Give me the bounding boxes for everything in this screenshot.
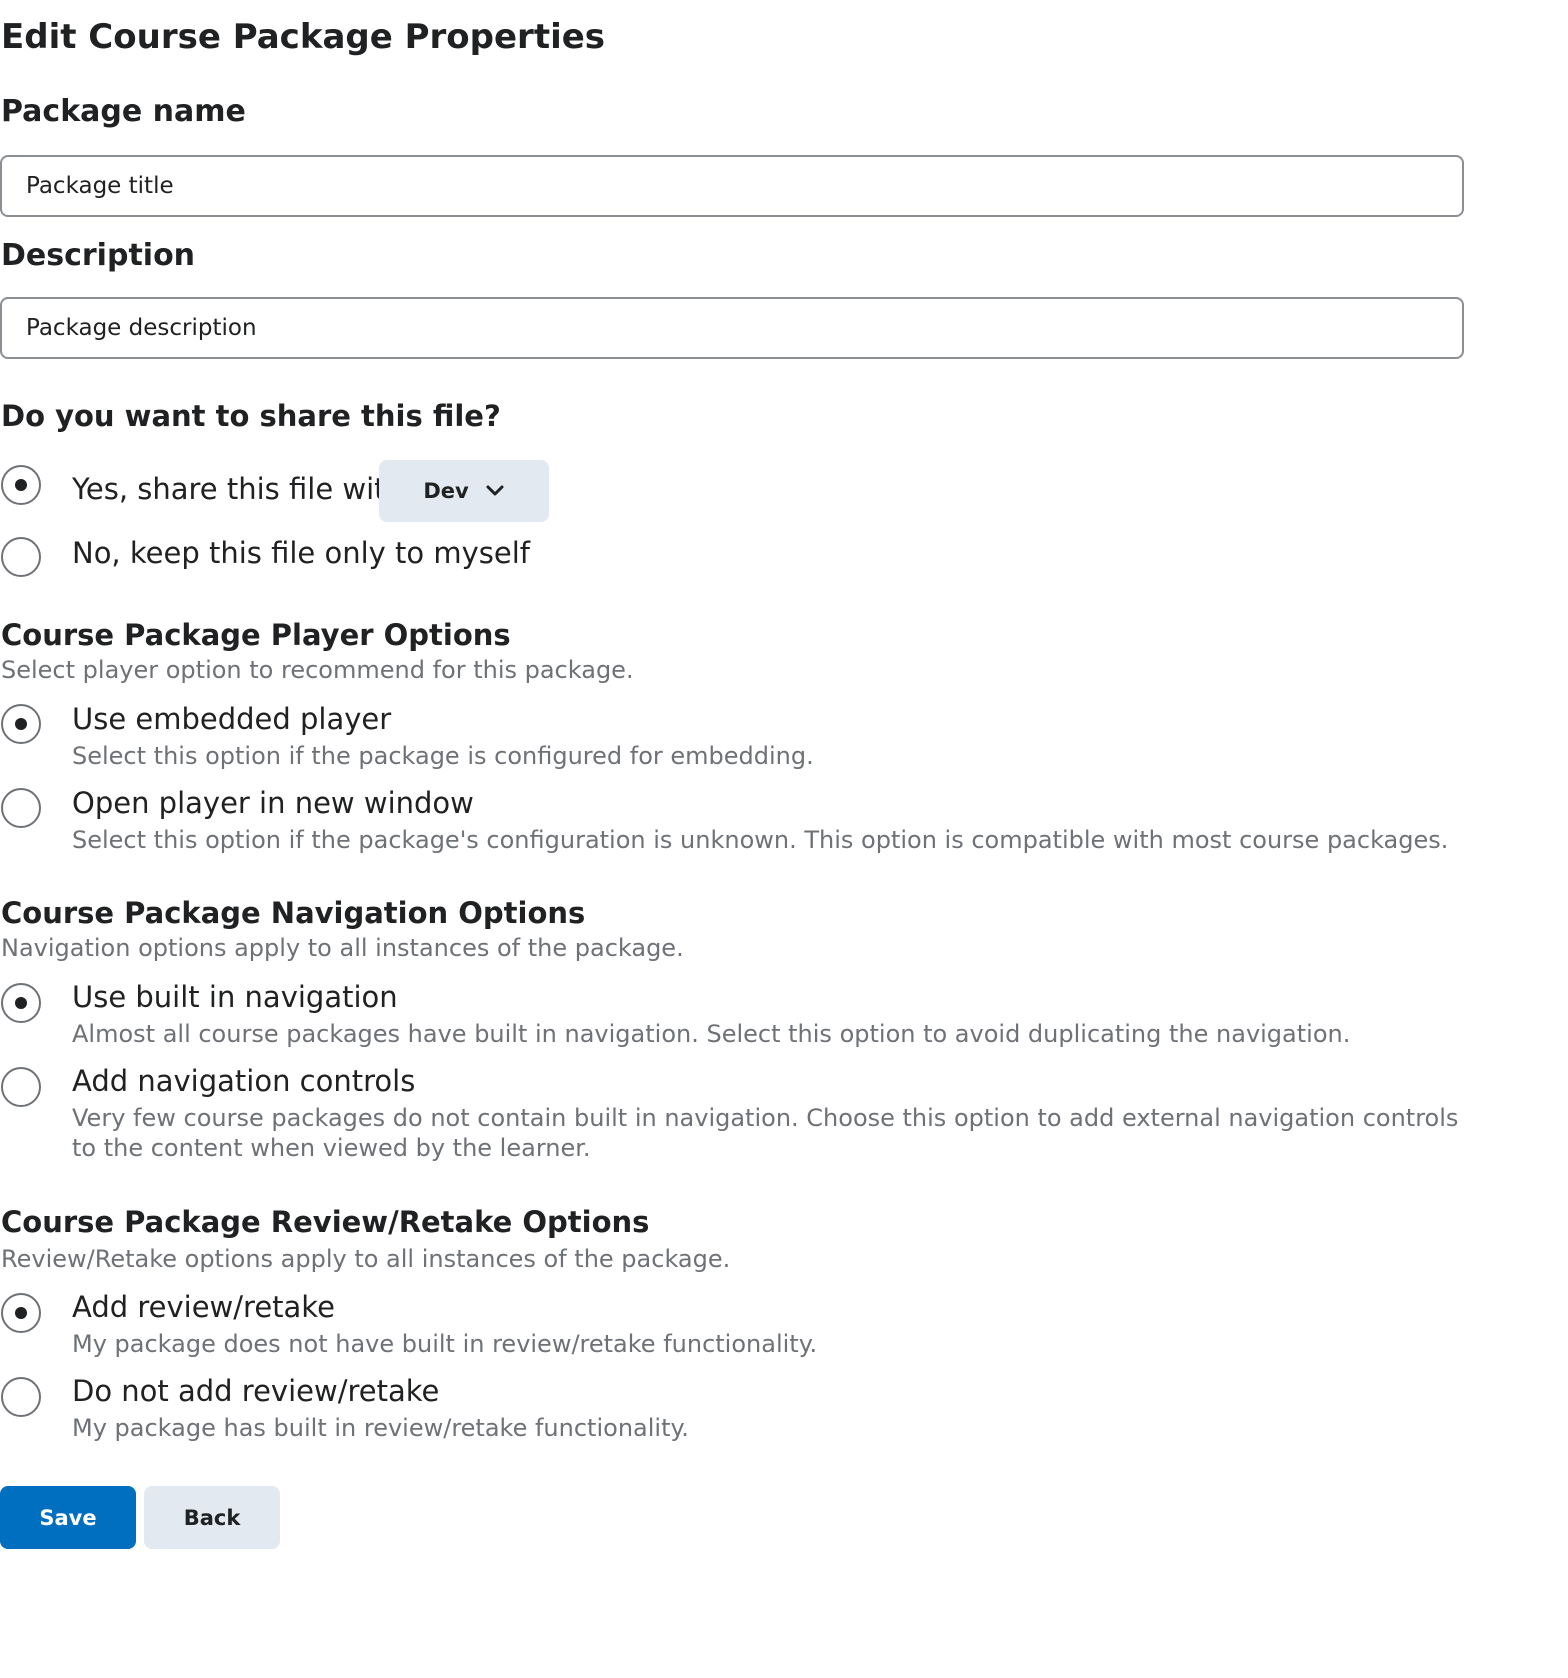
back-button[interactable]: Back <box>144 1486 280 1549</box>
review-options-description: Review/Retake options apply to all insta… <box>1 1245 731 1273</box>
add-navigation-controls-label[interactable]: Add navigation controls <box>72 1063 415 1099</box>
share-yes-radio[interactable] <box>1 465 41 505</box>
player-options-description: Select player option to recommend for th… <box>1 656 634 684</box>
share-yes-label[interactable]: Yes, share this file with <box>72 471 404 507</box>
player-options-heading: Course Package Player Options <box>1 618 511 652</box>
chevron-down-icon <box>485 484 505 498</box>
save-button[interactable]: Save <box>0 1486 136 1549</box>
share-question: Do you want to share this file? <box>1 399 501 433</box>
description-label: Description <box>1 238 196 273</box>
add-review-retake-radio[interactable] <box>1 1293 41 1333</box>
radio-dot <box>15 1307 27 1319</box>
page-title: Edit Course Package Properties <box>1 17 606 57</box>
no-review-retake-label[interactable]: Do not add review/retake <box>72 1373 439 1409</box>
no-review-retake-radio[interactable] <box>1 1377 41 1417</box>
add-navigation-controls-description: Very few course packages do not contain … <box>72 1104 1459 1162</box>
embedded-player-radio[interactable] <box>1 704 41 744</box>
embedded-player-label[interactable]: Use embedded player <box>72 701 391 737</box>
review-options-heading: Course Package Review/Retake Options <box>1 1205 650 1239</box>
no-review-retake-description: My package has built in review/retake fu… <box>72 1414 689 1442</box>
built-in-navigation-label[interactable]: Use built in navigation <box>72 979 398 1015</box>
add-navigation-controls-radio[interactable] <box>1 1067 41 1107</box>
embedded-player-description: Select this option if the package is con… <box>72 742 814 770</box>
new-window-player-label[interactable]: Open player in new window <box>72 785 474 821</box>
radio-dot <box>15 479 27 491</box>
radio-dot <box>15 718 27 730</box>
package-name-label: Package name <box>1 94 246 129</box>
add-review-retake-description: My package does not have built in review… <box>72 1330 818 1358</box>
radio-dot <box>15 997 27 1009</box>
new-window-player-radio[interactable] <box>1 788 41 828</box>
share-target-selected: Dev <box>423 479 469 503</box>
new-window-player-description: Select this option if the package's conf… <box>72 826 1449 854</box>
share-target-dropdown[interactable]: Dev <box>379 460 549 522</box>
package-name-input[interactable] <box>0 155 1464 217</box>
built-in-navigation-radio[interactable] <box>1 983 41 1023</box>
share-no-radio[interactable] <box>1 537 41 577</box>
navigation-options-heading: Course Package Navigation Options <box>1 896 586 930</box>
add-review-retake-label[interactable]: Add review/retake <box>72 1289 335 1325</box>
navigation-options-description: Navigation options apply to all instance… <box>1 934 684 962</box>
description-input[interactable] <box>0 297 1464 359</box>
share-no-label[interactable]: No, keep this file only to myself <box>72 535 530 571</box>
built-in-navigation-description: Almost all course packages have built in… <box>72 1020 1351 1048</box>
